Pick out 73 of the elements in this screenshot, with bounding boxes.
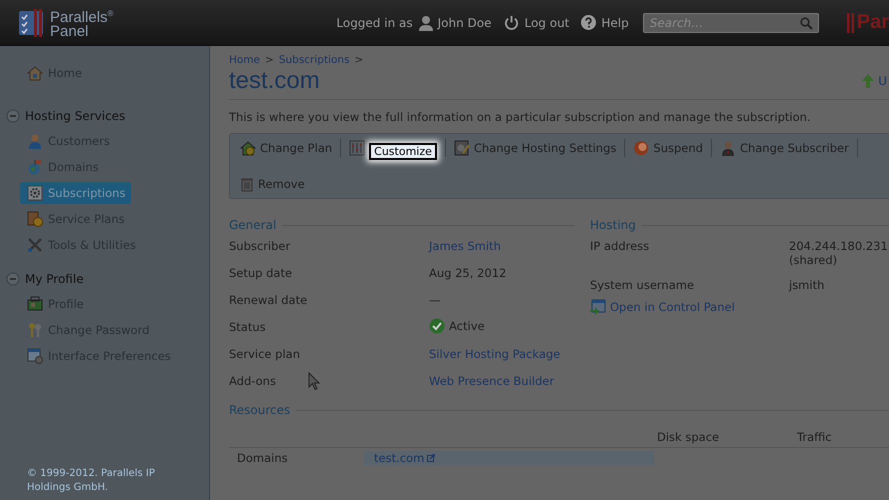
brand-logo-text: Par [856, 11, 889, 34]
check-circle-icon [429, 318, 445, 334]
collapse-icon[interactable] [6, 272, 20, 286]
toolbar-action[interactable]: Change Subscriber [720, 136, 849, 160]
field-label: Service plan [229, 347, 300, 361]
page-title: test.com [229, 67, 320, 95]
breadcrumb-separator: > [354, 54, 364, 66]
section-heading: Resources [229, 403, 889, 417]
mouse-cursor-icon [308, 372, 320, 391]
toolbar-action[interactable]: Change Plan [240, 136, 332, 160]
gear-icon [27, 185, 43, 201]
section-heading: Hosting [590, 218, 889, 232]
control-panel-link[interactable]: Open in Control Panel [590, 299, 889, 315]
copyright-text: © 1999-2012. Parallels IP Holdings GmbH. [26, 467, 156, 495]
field-label: IP address [590, 239, 650, 253]
person-icon [27, 133, 43, 149]
disk-pencil-icon [454, 140, 470, 156]
user-name-link[interactable]: John Doe [438, 16, 492, 30]
window-gear-icon [27, 348, 43, 364]
description-text: This is where you view the full information on a particular subscription and manage the subscription. [229, 110, 812, 124]
row-label: Domains [236, 450, 289, 464]
logo-text: Parallels$^{®}$ Panel [50, 8, 114, 38]
field-value: 204.244.180.231 (shared) [789, 239, 889, 267]
breadcrumb-separator: > [265, 54, 274, 66]
field-value-link[interactable]: Web Presence Builder [429, 374, 575, 388]
search-icon [800, 16, 813, 30]
logo-icon [18, 8, 46, 38]
moon-icon [633, 140, 650, 156]
upgrade-link[interactable]: U [861, 73, 887, 89]
nav-group-heading[interactable]: Hosting Services [25, 109, 126, 123]
field-label: Add-ons [229, 374, 276, 388]
breadcrumb-link[interactable]: Subscriptions [278, 54, 350, 66]
nav-group-heading[interactable]: My Profile [25, 272, 84, 286]
breadcrumb-link[interactable]: Home [229, 54, 260, 66]
column-header: Traffic [797, 430, 832, 444]
house-icon [27, 65, 43, 81]
field-label: System username [590, 278, 694, 292]
field-label: Renewal date [229, 293, 308, 307]
person-tie-icon [720, 140, 736, 156]
logout-link[interactable]: Log out [504, 15, 570, 30]
up-arrow-icon [861, 73, 876, 89]
toolbar-action[interactable]: Change Hosting Settings [454, 136, 616, 160]
power-icon [504, 15, 520, 30]
brand-bars-icon [846, 12, 855, 32]
collapse-icon[interactable] [6, 109, 20, 123]
tools-icon [27, 237, 43, 253]
domain-link[interactable]: test.com [374, 450, 424, 464]
help-icon [581, 15, 596, 30]
section-heading: General [229, 218, 575, 232]
help-link[interactable]: Help [581, 15, 629, 30]
toolbar-action[interactable]: Remove [240, 172, 305, 196]
status-value: Active [449, 319, 485, 333]
globe-flag-icon [27, 159, 43, 175]
keys-icon [27, 322, 43, 338]
sliders-icon [349, 140, 366, 156]
trash-icon [240, 176, 254, 192]
user-icon [418, 14, 433, 30]
external-link-icon [427, 454, 436, 462]
nav-item[interactable]: Subscriptions [20, 182, 132, 204]
field-label: Setup date [229, 266, 292, 280]
field-label: Subscriber [229, 239, 290, 253]
field-value: — [429, 293, 442, 307]
column-header: Disk space [657, 430, 720, 444]
id-card-icon [27, 296, 43, 312]
toolbar-action[interactable]: Suspend [633, 136, 703, 160]
field-label: Status [229, 320, 266, 334]
document-coin-icon [27, 211, 43, 227]
field-value-link[interactable]: Silver Hosting Package [429, 347, 575, 361]
field-value: jsmith [789, 278, 826, 292]
logged-in-label: Logged in as [336, 16, 413, 30]
house-coin-icon [240, 140, 256, 156]
field-value-link[interactable]: James Smith [429, 239, 575, 253]
field-value: Aug 25, 2012 [429, 266, 508, 280]
